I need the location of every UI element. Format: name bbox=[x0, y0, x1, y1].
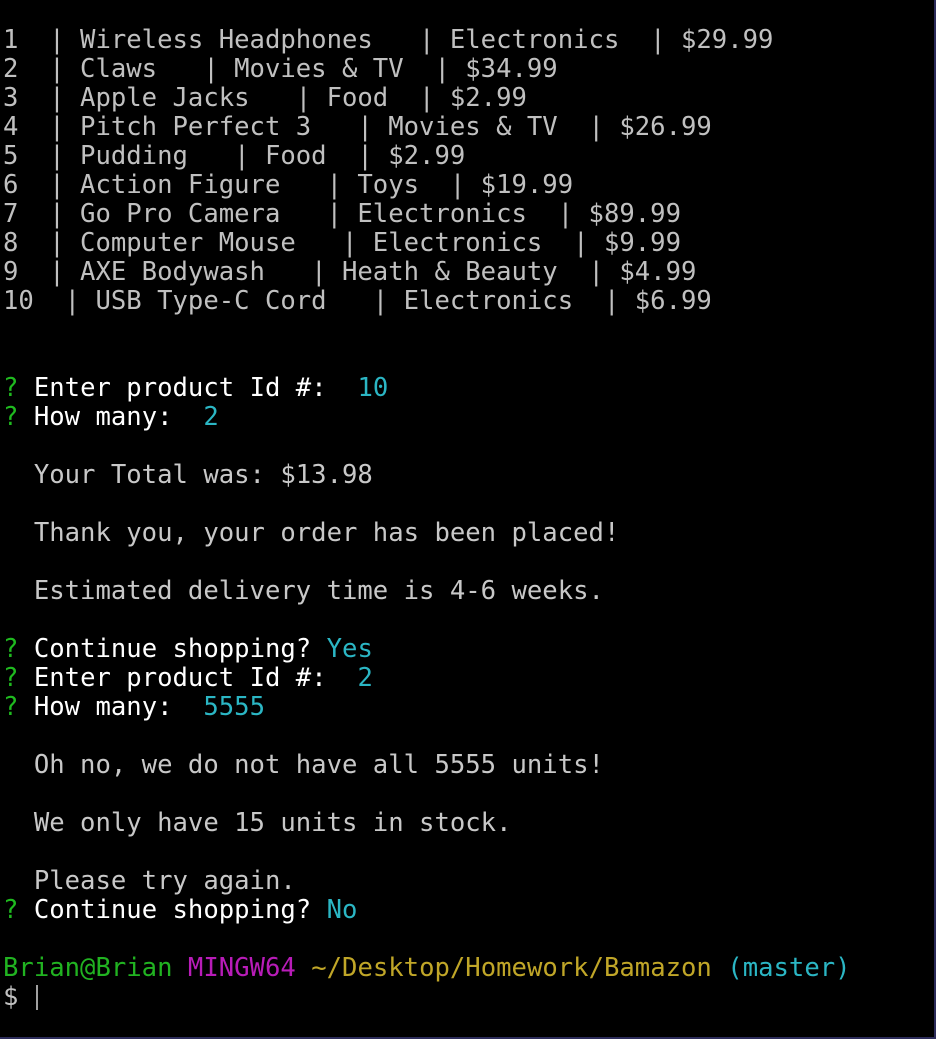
table-row: 4 | Pitch Perfect 3 | Movies & TV | $26.… bbox=[3, 112, 712, 142]
prompt-product-id-1: ? Enter product Id #: 10 bbox=[0, 374, 934, 403]
prompt-label: Enter product Id #: bbox=[33, 373, 358, 403]
question-mark-icon: ? bbox=[3, 634, 19, 664]
prompt-continue-2: ? Continue shopping? No bbox=[0, 896, 934, 925]
shell-input-line[interactable]: $ bbox=[0, 983, 934, 1012]
question-mark-icon: ? bbox=[3, 692, 19, 722]
table-row: 5 | Pudding | Food | $2.99 bbox=[3, 141, 466, 171]
insufficient-stock-message: Oh no, we do not have all 5555 units! bbox=[3, 750, 604, 780]
prompt-product-id-2: ? Enter product Id #: 2 bbox=[0, 664, 934, 693]
git-branch: (master) bbox=[727, 953, 851, 983]
prompt-answer: 2 bbox=[203, 402, 219, 432]
table-row: 7 | Go Pro Camera | Electronics | $89.99 bbox=[3, 199, 681, 229]
text-cursor bbox=[35, 985, 38, 1010]
table-row: 8 | Computer Mouse | Electronics | $9.99 bbox=[3, 228, 681, 258]
table-row: 1 | Wireless Headphones | Electronics | … bbox=[3, 25, 774, 55]
terminal-window[interactable]: 1 | Wireless Headphones | Electronics | … bbox=[0, 0, 936, 1039]
prompt-quantity-1: ? How many: 2 bbox=[0, 403, 934, 432]
table-row: 9 | AXE Bodywash | Heath & Beauty | $4.9… bbox=[3, 257, 697, 287]
prompt-label: Continue shopping? bbox=[33, 634, 327, 664]
prompt-answer: No bbox=[326, 895, 358, 925]
table-row: 2 | Claws | Movies & TV | $34.99 bbox=[3, 54, 558, 84]
order-placed-message: Thank you, your order has been placed! bbox=[3, 518, 620, 548]
delivery-estimate-message: Estimated delivery time is 4-6 weeks. bbox=[3, 576, 604, 606]
shell-prompt-header: Brian@Brian MINGW64 ~/Desktop/Homework/B… bbox=[0, 954, 934, 983]
working-directory: ~/Desktop/Homework/Bamazon bbox=[311, 953, 712, 983]
question-mark-icon: ? bbox=[3, 373, 19, 403]
question-mark-icon: ? bbox=[3, 895, 19, 925]
prompt-continue-1: ? Continue shopping? Yes bbox=[0, 635, 934, 664]
prompt-answer: 5555 bbox=[203, 692, 265, 722]
stock-count-message: We only have 15 units in stock. bbox=[3, 808, 512, 838]
prompt-label: How many: bbox=[33, 692, 204, 722]
prompt-label: How many: bbox=[33, 402, 204, 432]
retry-message: Please try again. bbox=[3, 866, 296, 896]
prompt-answer: 2 bbox=[357, 663, 373, 693]
prompt-label: Continue shopping? bbox=[33, 895, 327, 925]
question-mark-icon: ? bbox=[3, 402, 19, 432]
prompt-answer: Yes bbox=[326, 634, 373, 664]
question-mark-icon: ? bbox=[3, 663, 19, 693]
dollar-prompt: $ bbox=[3, 982, 34, 1012]
prompt-label: Enter product Id #: bbox=[33, 663, 358, 693]
table-row: 3 | Apple Jacks | Food | $2.99 bbox=[3, 83, 527, 113]
user-host: Brian@Brian bbox=[3, 953, 173, 983]
msystem-label: MINGW64 bbox=[187, 953, 296, 983]
prompt-answer: 10 bbox=[357, 373, 389, 403]
prompt-quantity-2: ? How many: 5555 bbox=[0, 693, 934, 722]
order-total-message: Your Total was: $13.98 bbox=[3, 460, 373, 490]
table-row: 6 | Action Figure | Toys | $19.99 bbox=[3, 170, 574, 200]
table-row: 10 | USB Type-C Cord | Electronics | $6.… bbox=[3, 286, 712, 316]
